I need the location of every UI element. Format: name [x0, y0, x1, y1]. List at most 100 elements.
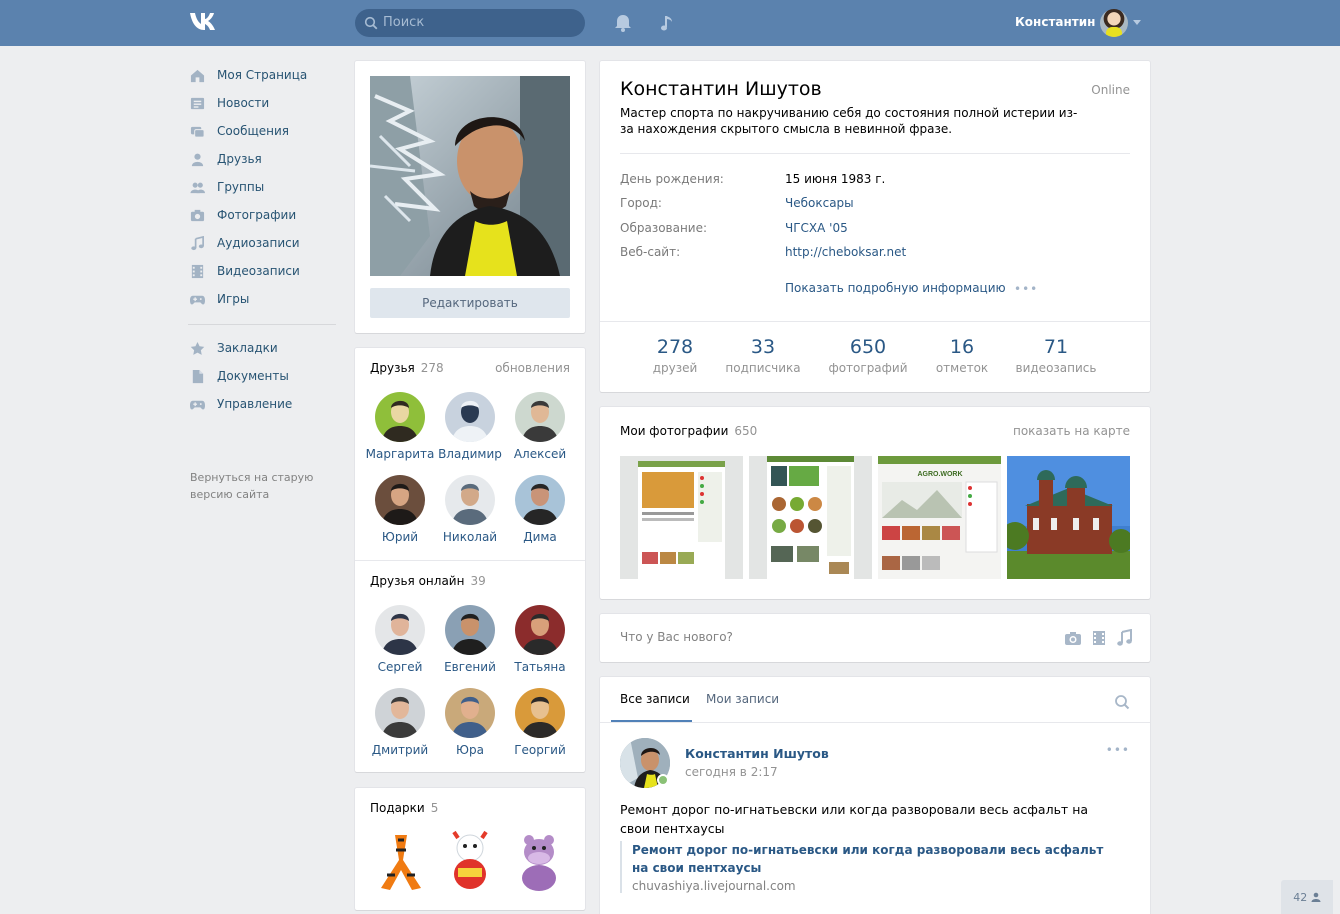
- info-value[interactable]: Чебоксары: [785, 196, 854, 210]
- show-details-link[interactable]: Показать подробную информацию: [785, 281, 1006, 295]
- post-link-attachment[interactable]: Ремонт дорог по-игнатьевски или когда ра…: [620, 841, 1120, 893]
- camera-icon[interactable]: [1064, 629, 1082, 647]
- profile-photo[interactable]: [370, 76, 570, 276]
- sidebar-item-9[interactable]: Игры: [188, 286, 338, 314]
- profile-counter[interactable]: 71 видеозапись: [1006, 336, 1106, 375]
- more-dots-icon[interactable]: •••: [1014, 282, 1038, 296]
- friend-avatar[interactable]: [445, 392, 495, 442]
- sidebar-item-11[interactable]: Документы: [188, 363, 338, 391]
- gift-hippo[interactable]: [513, 830, 565, 892]
- sidebar-item-12[interactable]: Управление: [188, 391, 338, 419]
- friend-name[interactable]: Юра: [435, 743, 505, 757]
- search-icon[interactable]: [1114, 694, 1130, 710]
- info-value[interactable]: ЧГСХА '05: [785, 221, 848, 235]
- friend-avatar[interactable]: [515, 605, 565, 655]
- online-friend-item[interactable]: Сергей: [365, 605, 435, 674]
- music-icon[interactable]: [1115, 629, 1133, 647]
- chevron-down-icon[interactable]: [1133, 20, 1141, 25]
- home-icon: [190, 69, 205, 83]
- tab-all-posts[interactable]: Все записи: [620, 692, 690, 706]
- header-user-name[interactable]: Константин: [1015, 15, 1095, 29]
- sidebar-item-5[interactable]: Группы: [188, 174, 338, 202]
- counter-value: 650: [849, 336, 887, 358]
- friend-name[interactable]: Николай: [435, 530, 505, 544]
- tab-my-posts[interactable]: Мои записи: [706, 692, 779, 706]
- online-friend-item[interactable]: Дмитрий: [365, 688, 435, 757]
- friend-name[interactable]: Дмитрий: [365, 743, 435, 757]
- photo-thumb[interactable]: [1007, 456, 1130, 579]
- online-friends-counter[interactable]: 42: [1281, 880, 1333, 914]
- attachment-source[interactable]: chuvashiya.livejournal.com: [632, 879, 1120, 893]
- online-friend-item[interactable]: Георгий: [505, 688, 575, 757]
- friend-name[interactable]: Владимир: [435, 447, 505, 461]
- post-time[interactable]: сегодня в 2:17: [685, 765, 778, 779]
- header-avatar[interactable]: [1100, 9, 1128, 37]
- bell-icon[interactable]: [612, 12, 634, 34]
- info-value[interactable]: http://cheboksar.net: [785, 245, 906, 259]
- friends-updates-link[interactable]: обновления: [495, 361, 570, 375]
- video-icon[interactable]: [1090, 629, 1108, 647]
- friends-title[interactable]: Друзья 278: [370, 361, 444, 375]
- online-friend-item[interactable]: Юра: [435, 688, 505, 757]
- sidebar-item-6[interactable]: Фотографии: [188, 202, 338, 230]
- sidebar-item-10[interactable]: Закладки: [188, 335, 338, 363]
- music-note-icon[interactable]: [658, 12, 680, 34]
- photo-thumb[interactable]: [749, 456, 872, 579]
- counter-label: друзей: [652, 361, 698, 375]
- new-post-placeholder[interactable]: Что у Вас нового?: [620, 630, 733, 644]
- post-author-name[interactable]: Константин Ишутов: [685, 746, 829, 761]
- vk-logo[interactable]: [188, 10, 224, 36]
- profile-counter[interactable]: 33 подписчика: [713, 336, 813, 375]
- friend-avatar[interactable]: [445, 605, 495, 655]
- friend-name[interactable]: Маргарита: [365, 447, 435, 461]
- profile-counter[interactable]: 16 отметок: [912, 336, 1012, 375]
- photo-thumb[interactable]: AGRO.WORK: [878, 456, 1001, 579]
- friend-item[interactable]: Владимир: [435, 392, 505, 461]
- friend-name[interactable]: Георгий: [505, 743, 575, 757]
- friend-name[interactable]: Евгений: [435, 660, 505, 674]
- friend-name[interactable]: Дима: [505, 530, 575, 544]
- friend-item[interactable]: Николай: [435, 475, 505, 544]
- photos-title[interactable]: Мои фотографии 650: [620, 424, 757, 438]
- gifts-title[interactable]: Подарки 5: [370, 801, 438, 815]
- friend-avatar[interactable]: [445, 688, 495, 738]
- sidebar-item-1[interactable]: Моя Страница: [188, 62, 338, 90]
- friend-name[interactable]: Алексей: [505, 447, 575, 461]
- sidebar-item-8[interactable]: Видеозаписи: [188, 258, 338, 286]
- friend-avatar[interactable]: [515, 475, 565, 525]
- gift-snowman[interactable]: [444, 830, 496, 892]
- friend-name[interactable]: Татьяна: [505, 660, 575, 674]
- friend-avatar[interactable]: [515, 392, 565, 442]
- sidebar-item-2[interactable]: Новости: [188, 90, 338, 118]
- friend-item[interactable]: Дима: [505, 475, 575, 544]
- friend-item[interactable]: Маргарита: [365, 392, 435, 461]
- friend-avatar[interactable]: [375, 475, 425, 525]
- sidebar-item-7[interactable]: Аудиозаписи: [188, 230, 338, 258]
- sidebar-item-3[interactable]: Сообщения: [188, 118, 338, 146]
- show-on-map-link[interactable]: показать на карте: [1013, 424, 1130, 438]
- friend-name[interactable]: Сергей: [365, 660, 435, 674]
- friends-online-title[interactable]: Друзья онлайн 39: [370, 574, 486, 588]
- profile-counter[interactable]: 650 фотографий: [818, 336, 918, 375]
- friend-avatar[interactable]: [375, 605, 425, 655]
- online-friend-item[interactable]: Татьяна: [505, 605, 575, 674]
- friend-item[interactable]: Юрий: [365, 475, 435, 544]
- profile-status[interactable]: Мастер спорта по накручиванию себя до со…: [620, 105, 1090, 137]
- old-version-link[interactable]: Вернуться на старую версию сайта: [190, 469, 330, 503]
- friend-avatar[interactable]: [375, 392, 425, 442]
- friend-item[interactable]: Алексей: [505, 392, 575, 461]
- friend-avatar[interactable]: [515, 688, 565, 738]
- search-input[interactable]: Поиск: [355, 9, 585, 37]
- online-friend-item[interactable]: Евгений: [435, 605, 505, 674]
- friend-avatar[interactable]: [375, 688, 425, 738]
- friend-name[interactable]: Юрий: [365, 530, 435, 544]
- gift-ribbon[interactable]: [375, 830, 427, 892]
- post-menu-icon[interactable]: •••: [1106, 743, 1130, 757]
- new-post-box[interactable]: Что у Вас нового?: [600, 614, 1150, 662]
- edit-profile-button[interactable]: Редактировать: [370, 288, 570, 318]
- friend-avatar[interactable]: [445, 475, 495, 525]
- profile-counter[interactable]: 278 друзей: [625, 336, 725, 375]
- photo-thumb[interactable]: [620, 456, 743, 579]
- attachment-title[interactable]: Ремонт дорог по-игнатьевски или когда ра…: [632, 841, 1120, 877]
- sidebar-item-4[interactable]: Друзья: [188, 146, 338, 174]
